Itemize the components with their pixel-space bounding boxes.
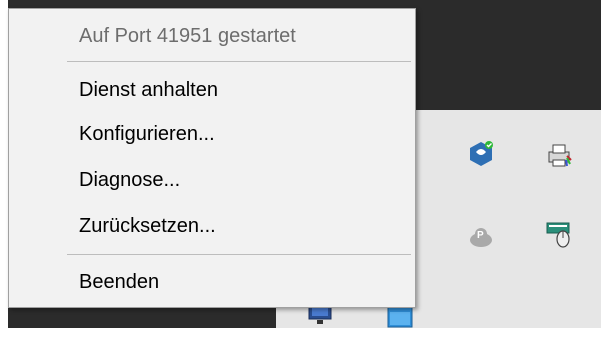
printer-icon[interactable] [545,140,573,168]
window-icon[interactable] [386,305,414,333]
menu-separator [67,254,411,255]
tray-context-menu: Auf Port 41951 gestartet Dienst anhalten… [8,8,416,308]
menu-separator [67,61,411,62]
bottom-strip [0,328,601,356]
menu-item-reset[interactable]: Zurücksetzen... [9,209,415,243]
menu-item-configure[interactable]: Konfigurieren... [9,117,415,151]
menu-item-exit[interactable]: Beenden [9,265,415,299]
cloud-p-label: P [477,230,484,241]
vpn-shield-icon[interactable] [467,140,495,168]
menu-status-item: Auf Port 41951 gestartet [79,25,296,47]
menu-item-diagnose[interactable]: Diagnose... [9,163,415,197]
keyboard-mouse-icon[interactable] [545,219,573,248]
cloud-p-icon[interactable]: P [467,224,495,252]
left-edge [0,0,8,356]
menu-gutter [9,9,37,307]
menu-item-stop-service[interactable]: Dienst anhalten [9,73,415,107]
